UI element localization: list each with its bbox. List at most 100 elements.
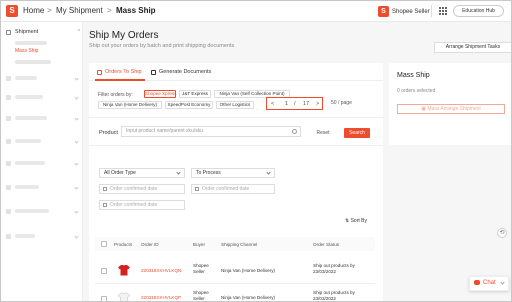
sidebar-item[interactable] [6, 160, 79, 166]
tab-orders-to-ship[interactable]: Orders To Ship [97, 69, 142, 75]
sidebar-item[interactable] [6, 184, 79, 190]
product-placeholder: Input product name/parent sku/sku [126, 128, 203, 134]
order-id-link[interactable]: 220318XXHVLKQN [141, 268, 181, 274]
apps-grid-icon[interactable] [439, 7, 447, 15]
filter-chip-ninja-van-home-delivery[interactable]: Ninja Van (Home Delivery) [98, 101, 162, 109]
reset-button[interactable]: Reset [315, 128, 331, 138]
arrange-shipment-tasks-button[interactable]: Arrange Shipment Tasks [434, 42, 511, 53]
app-window: S Home > My Shipment > Mass Ship S Shope… [0, 0, 512, 302]
sidebar-item[interactable] [6, 208, 79, 214]
prev-page-button[interactable]: < [271, 101, 274, 107]
sidebar-item[interactable] [6, 75, 79, 81]
divider [89, 117, 383, 118]
order-date-input[interactable]: Order confirmed date [191, 184, 275, 194]
red-tshirt-image [118, 265, 130, 276]
tab-label: Orders To Ship [105, 69, 142, 75]
page-separator: / [294, 101, 296, 107]
divider [89, 145, 383, 146]
order-date-input[interactable]: Order confirmed date [99, 184, 185, 194]
current-page: 1 [285, 101, 289, 107]
sidebar-subitem[interactable] [15, 60, 51, 64]
process-status-select[interactable]: To Process [191, 168, 275, 178]
breadcrumb-home[interactable]: Home [23, 6, 44, 15]
chat-label: Chat [483, 280, 496, 286]
shipment-icon [6, 29, 11, 35]
page-subtitle: Ship out your orders by batch and print … [89, 43, 235, 49]
next-page-button[interactable]: > [316, 101, 319, 107]
education-hub-button[interactable]: Education Hub [453, 5, 504, 17]
active-tab-indicator [95, 79, 145, 81]
order-date-input[interactable]: Order confirmed date [99, 200, 185, 210]
order-type-select[interactable]: All Order Type [99, 168, 185, 178]
calendar-icon [195, 187, 199, 191]
product-label: Product [99, 130, 118, 136]
header-divider [431, 5, 432, 17]
order-status: Ship out products by 23/03/2022 [313, 290, 355, 301]
page-title: Ship My Orders [89, 30, 159, 41]
tab-label: Generate Documents [159, 69, 212, 75]
breadcrumb-separator: > [47, 6, 52, 15]
chevron-down-icon [500, 280, 505, 285]
breadcrumb-current: Mass Ship [116, 6, 156, 15]
filter-chip-jt-express[interactable]: J&T Express [179, 90, 211, 98]
sidebar-section-shipment[interactable]: Shipment ^ [6, 29, 80, 35]
order-id-link[interactable]: 220318XXHVLKQP [141, 295, 181, 301]
filter-chip-speedpost-economy[interactable]: SpeedPost Economy [165, 101, 213, 109]
tab-generate-documents[interactable]: Generate Documents [151, 69, 211, 75]
sidebar-subitem[interactable] [15, 41, 47, 45]
date-placeholder: Order confirmed date [110, 202, 158, 208]
per-page-select[interactable]: 50 / page [331, 99, 361, 108]
settings-float-icon[interactable]: ⟲ [497, 228, 507, 238]
shipping-channel: Ninja Van (Home Delivery) [221, 295, 276, 300]
main-content: Ship My Orders Ship out your orders by b… [83, 22, 511, 301]
filter-chip-shopee-xpress[interactable]: Shopee Xpress [144, 90, 176, 98]
seller-account[interactable]: S Shopee Seller [378, 5, 430, 18]
column-header: Buyer [193, 242, 206, 247]
row-checkbox[interactable] [101, 268, 107, 274]
box-icon [97, 69, 102, 75]
product-search-input[interactable]: Input product name/parent sku/sku [121, 126, 301, 137]
buyer-name: Shopee Seller [193, 290, 209, 301]
sidebar-item[interactable] [6, 233, 79, 239]
sidebar-item[interactable] [6, 94, 79, 100]
chevron-down-icon [266, 170, 271, 175]
select-all-checkbox[interactable] [101, 241, 107, 247]
column-header: Order ID [141, 242, 159, 247]
tab-bar: Orders To Ship Generate Documents [89, 63, 383, 81]
calendar-icon [103, 203, 107, 207]
buyer-name: Shopee Seller [193, 263, 209, 274]
orders-selected-count: 0 orders selected [397, 88, 436, 94]
chat-button[interactable]: Chat [469, 276, 509, 291]
shipping-channel: Ninja Van (Home Delivery) [221, 268, 276, 273]
mass-ship-panel: Mass Ship 0 orders selected ▣ Mass Arran… [389, 63, 511, 145]
shopee-logo-icon[interactable]: S [6, 5, 18, 17]
chat-bubble-icon [474, 279, 480, 285]
sidebar-item[interactable] [6, 138, 79, 144]
sort-by-button[interactable]: ⇅ Sort By [339, 217, 373, 226]
calendar-icon [103, 187, 107, 191]
white-tshirt-image [118, 292, 130, 301]
mass-arrange-shipment-button[interactable]: ▣ Mass Arrange Shipment [397, 104, 505, 114]
filter-chip-other-logistics[interactable]: Other Logistics [216, 101, 254, 109]
sidebar-item[interactable] [6, 115, 79, 121]
breadcrumb-my-shipment[interactable]: My Shipment [56, 6, 103, 15]
process-status-value: To Process [196, 170, 221, 176]
order-status: Ship out products by 23/03/2022 [313, 263, 355, 274]
top-header: S Home > My Shipment > Mass Ship S Shope… [1, 1, 511, 22]
sidebar-section-label: Shipment [15, 29, 39, 35]
document-icon [151, 69, 156, 75]
mass-arrange-label: Mass Arrange Shipment [427, 106, 481, 112]
total-pages: 17 [303, 101, 310, 107]
shopee-seller-icon: S [378, 6, 389, 17]
sidebar-item-mass-ship[interactable]: Mass Ship [15, 48, 38, 54]
chevron-down-icon [176, 170, 181, 175]
order-type-value: All Order Type [104, 170, 136, 176]
sidebar: Shipment ^ Mass Ship [1, 22, 83, 301]
chevron-up-icon: ^ [77, 29, 80, 35]
breadcrumb-separator: > [107, 6, 112, 15]
divider [95, 283, 375, 284]
mass-ship-title: Mass Ship [397, 72, 430, 79]
row-checkbox[interactable] [101, 296, 107, 301]
search-button[interactable]: Search [344, 128, 370, 138]
date-placeholder: Order confirmed date [110, 186, 158, 192]
